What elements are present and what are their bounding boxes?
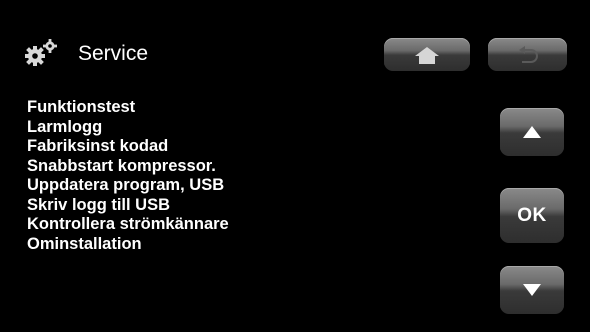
up-arrow-icon <box>523 126 541 138</box>
scroll-down-button[interactable] <box>500 266 564 314</box>
menu-item-fabriksinst-kodad[interactable]: Fabriksinst kodad <box>27 137 229 157</box>
down-arrow-icon <box>523 284 541 296</box>
ok-label: OK <box>517 204 547 226</box>
ok-button[interactable]: OK <box>500 188 564 243</box>
service-menu: Funktionstest Larmlogg Fabriksinst kodad… <box>27 98 229 254</box>
menu-item-larmlogg[interactable]: Larmlogg <box>27 118 229 138</box>
menu-item-ominstallation[interactable]: Ominstallation <box>27 235 229 255</box>
home-button[interactable] <box>384 38 470 71</box>
home-icon <box>415 46 439 64</box>
back-arrow-icon <box>518 45 538 63</box>
scroll-up-button[interactable] <box>500 108 564 156</box>
menu-item-funktionstest[interactable]: Funktionstest <box>27 98 229 118</box>
menu-item-skriv-logg[interactable]: Skriv logg till USB <box>27 196 229 216</box>
page-title: Service <box>78 42 149 65</box>
menu-item-snabbstart-kompressor[interactable]: Snabbstart kompressor. <box>27 157 229 177</box>
menu-item-kontrollera-stromkannare[interactable]: Kontrollera strömkännare <box>27 215 229 235</box>
gears-icon <box>25 39 57 66</box>
back-button[interactable] <box>488 38 567 71</box>
menu-item-uppdatera-program[interactable]: Uppdatera program, USB <box>27 176 229 196</box>
